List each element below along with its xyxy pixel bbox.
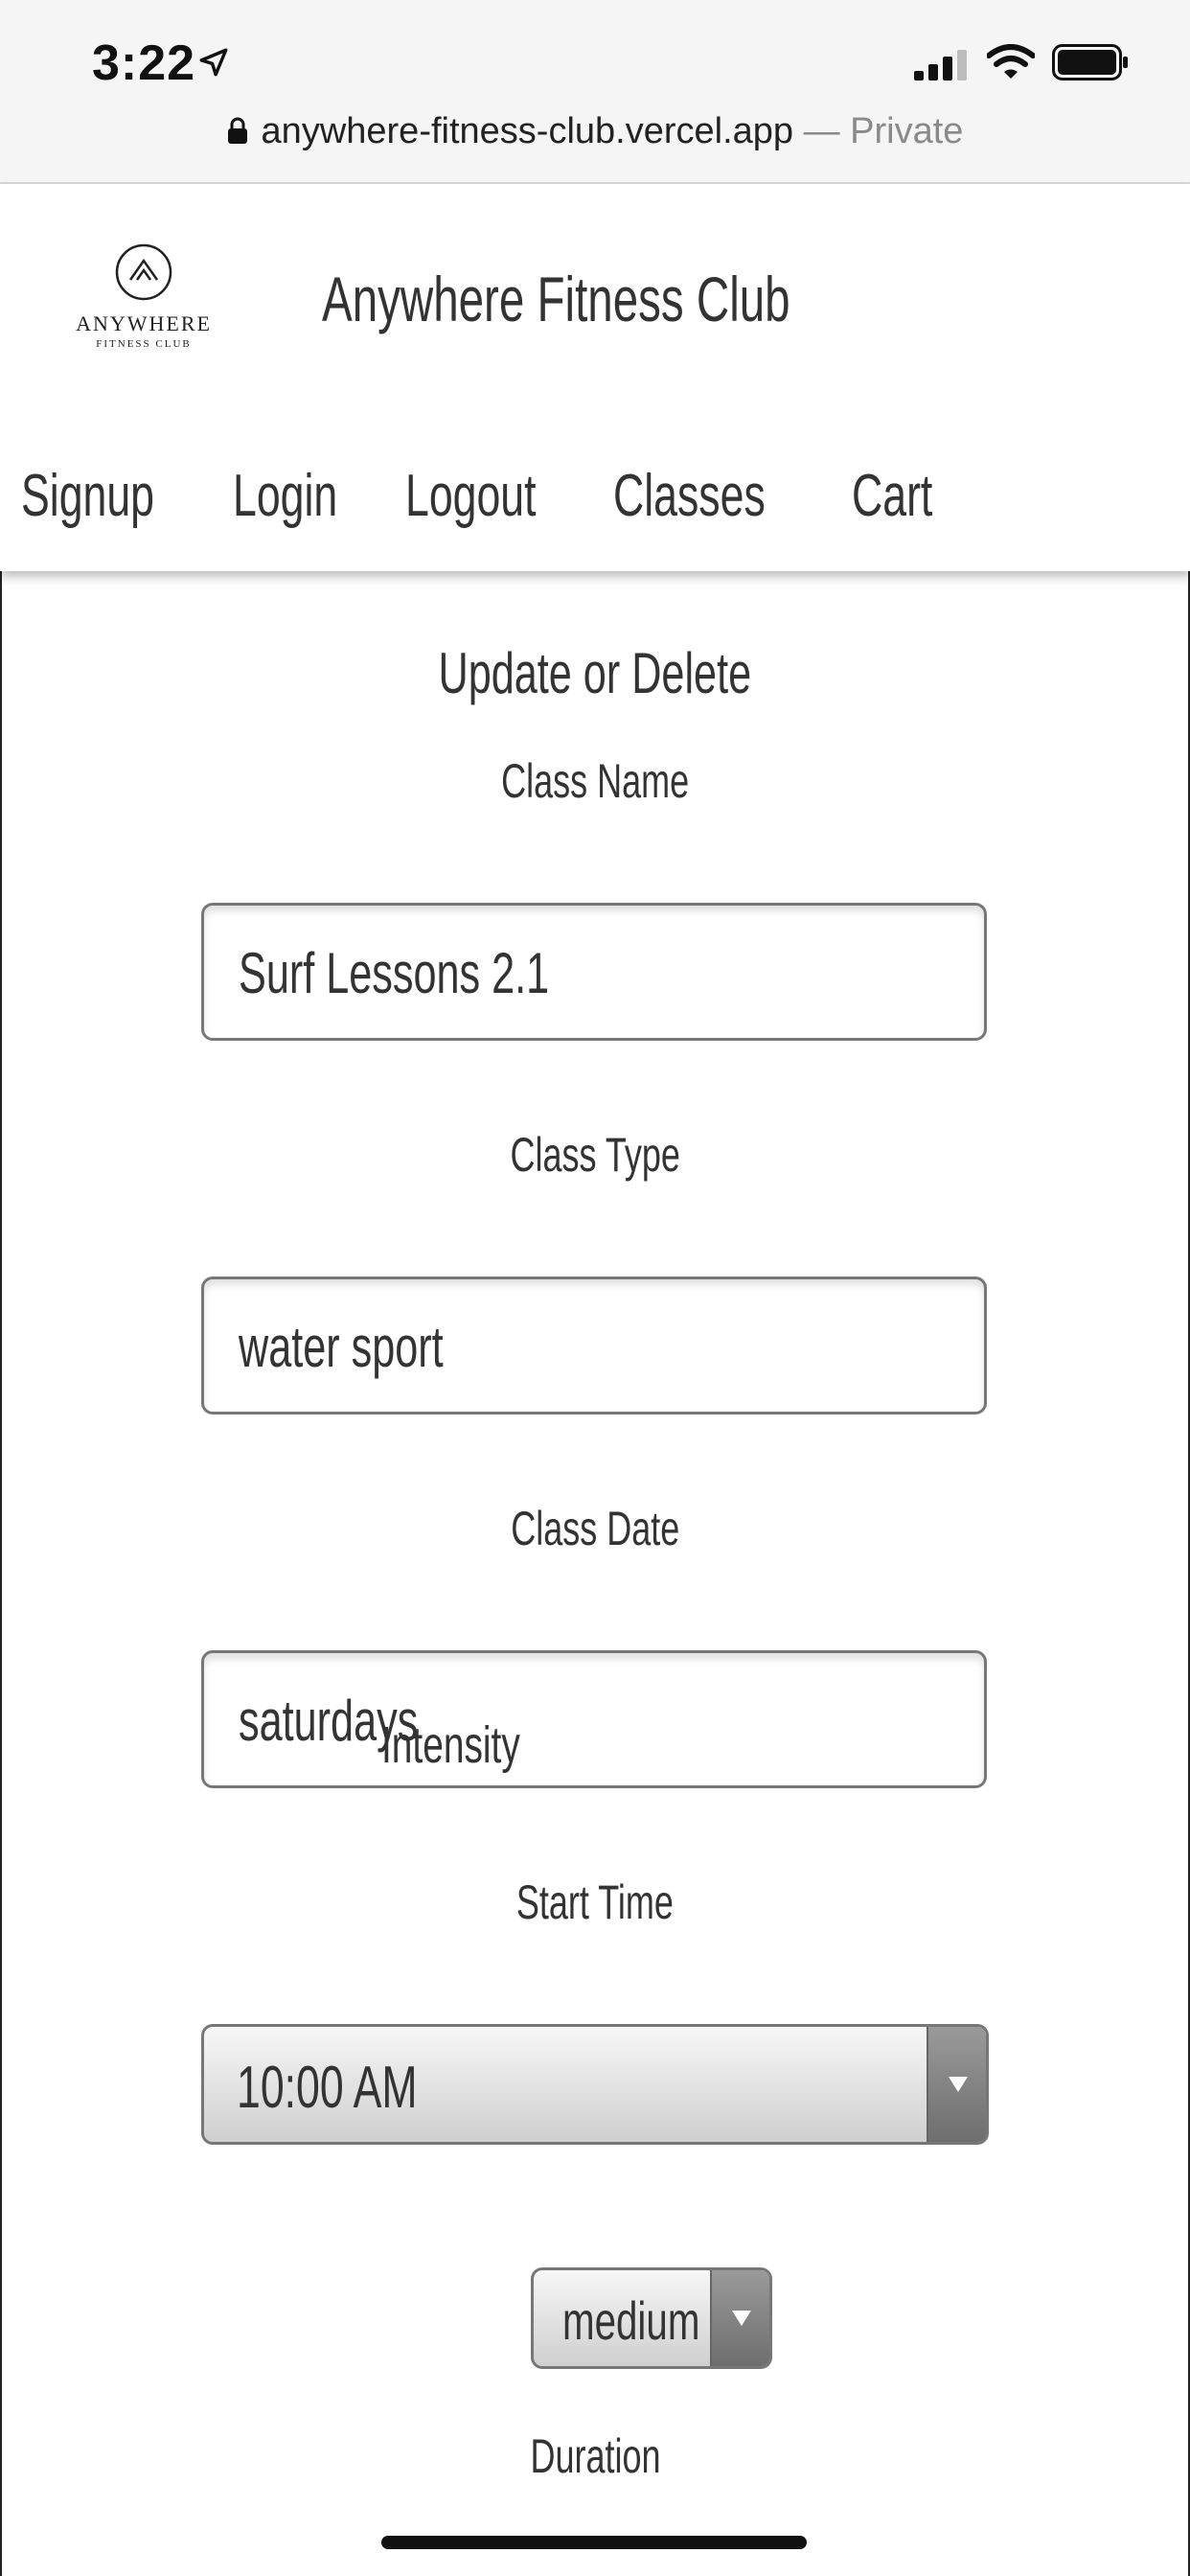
class-type-input[interactable]: water sport bbox=[201, 1276, 987, 1414]
wifi-icon bbox=[987, 44, 1035, 79]
logo-subtitle: FITNESS CLUB bbox=[96, 338, 192, 350]
lock-icon bbox=[227, 117, 247, 144]
battery-icon bbox=[1052, 44, 1128, 80]
class-type-value: water sport bbox=[239, 1315, 444, 1379]
privacy-indicator: — Private bbox=[803, 111, 964, 151]
nav-logout[interactable]: Logout bbox=[405, 462, 537, 530]
nav-classes[interactable]: Classes bbox=[613, 462, 766, 530]
class-name-input[interactable]: Surf Lessons 2.1 bbox=[201, 903, 987, 1041]
class-date-label: Class Date bbox=[510, 1502, 680, 1555]
class-date-input[interactable]: saturdays bbox=[201, 1650, 987, 1788]
location-arrow-icon bbox=[199, 48, 228, 77]
home-indicator bbox=[381, 2536, 807, 2549]
logo-wordmark: ANYWHERE bbox=[76, 311, 212, 335]
cellular-signal-icon bbox=[914, 50, 967, 80]
start-time-label: Start Time bbox=[515, 1875, 675, 1929]
site-title: Anywhere Fitness Club bbox=[322, 264, 790, 334]
chevron-down-icon bbox=[927, 2027, 986, 2142]
update-class-form: Update or Delete Class Name Surf Lessons… bbox=[0, 571, 1190, 2576]
class-type-label: Class Type bbox=[510, 1128, 680, 1182]
nav-signup[interactable]: Signup bbox=[21, 462, 154, 530]
intensity-label: Intensity bbox=[381, 1716, 520, 1774]
address-bar[interactable]: anywhere-fitness-club.vercel.app — Priva… bbox=[0, 111, 1190, 152]
intensity-value: medium bbox=[562, 2290, 700, 2351]
logo-mark-icon bbox=[115, 243, 172, 301]
form-title: Update or Delete bbox=[438, 641, 752, 705]
start-time-select[interactable]: 10:00 AM bbox=[201, 2024, 989, 2145]
chevron-down-icon bbox=[710, 2270, 769, 2366]
address-url: anywhere-fitness-club.vercel.app bbox=[261, 111, 794, 151]
start-time-value: 10:00 AM bbox=[237, 2055, 418, 2121]
logo[interactable]: ANYWHERE FITNESS CLUB bbox=[75, 242, 213, 350]
intensity-select[interactable]: medium bbox=[531, 2267, 772, 2369]
status-time: 3:22 bbox=[92, 35, 196, 91]
nav-login[interactable]: Login bbox=[233, 462, 337, 530]
browser-status-bar: 3:22 anywhere-fitness-club.vercel.app — … bbox=[0, 0, 1190, 184]
main-nav: Signup Login Logout Classes Cart bbox=[21, 462, 991, 530]
duration-label: Duration bbox=[529, 2429, 661, 2483]
nav-cart[interactable]: Cart bbox=[852, 462, 932, 530]
class-name-value: Surf Lessons 2.1 bbox=[239, 941, 550, 1005]
class-name-label: Class Name bbox=[500, 754, 690, 808]
site-header: ANYWHERE FITNESS CLUB Anywhere Fitness C… bbox=[0, 184, 1190, 571]
